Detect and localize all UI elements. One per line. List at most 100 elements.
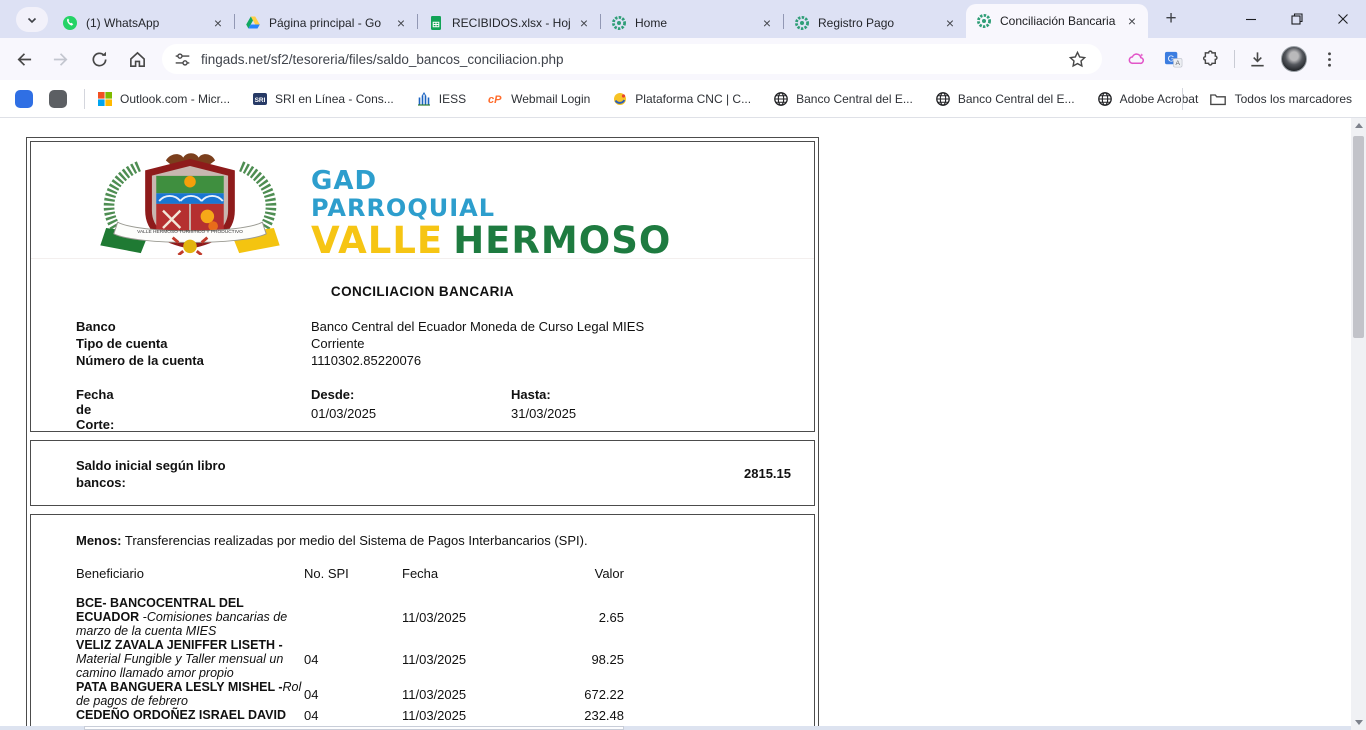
bookmark-item[interactable]: cPWebmail Login bbox=[488, 91, 590, 107]
bookmark-star-button[interactable] bbox=[1062, 44, 1092, 74]
extensions-button[interactable] bbox=[1195, 44, 1225, 74]
header-no-spi: No. SPI bbox=[304, 566, 402, 581]
url-text[interactable]: fingads.net/sf2/tesoreria/files/saldo_ba… bbox=[201, 52, 1062, 67]
vertical-scrollbar[interactable] bbox=[1351, 118, 1366, 730]
horizontal-scrollbar[interactable] bbox=[0, 726, 1351, 730]
close-window-button[interactable] bbox=[1320, 0, 1366, 38]
home-icon bbox=[128, 50, 147, 69]
address-bar[interactable]: fingads.net/sf2/tesoreria/files/saldo_ba… bbox=[162, 44, 1102, 74]
spi-table-body: BCE- BANCOCENTRAL DEL ECUADOR -Comisione… bbox=[76, 596, 814, 723]
bookmark-label: IESS bbox=[439, 92, 466, 106]
date-cell: 11/03/2025 bbox=[402, 708, 532, 723]
back-button[interactable] bbox=[8, 44, 38, 74]
tab-close-button[interactable]: × bbox=[759, 15, 775, 31]
download-icon bbox=[1248, 50, 1267, 69]
amount-cell: 232.48 bbox=[532, 708, 624, 723]
header-beneficiario: Beneficiario bbox=[76, 566, 304, 581]
home-button[interactable] bbox=[122, 44, 152, 74]
header-valor: Valor bbox=[532, 566, 624, 581]
crest-logo: VALLE HERMOSO TURISTICO Y PRODUCTIVO bbox=[76, 147, 304, 255]
all-bookmarks-button[interactable]: Todos los marcadores bbox=[1182, 80, 1352, 118]
downloads-button[interactable] bbox=[1242, 44, 1272, 74]
new-tab-button[interactable]: + bbox=[1160, 8, 1182, 30]
scroll-up-arrow[interactable] bbox=[1351, 118, 1366, 133]
tab-close-button[interactable]: × bbox=[393, 15, 409, 31]
tab-list: (1) WhatsApp×Página principal - Go×RECIB… bbox=[52, 0, 1182, 38]
svg-text:SRI: SRI bbox=[255, 97, 266, 104]
translate-button[interactable]: G A bbox=[1158, 44, 1188, 74]
bookmark-label: SRI en Línea - Cons... bbox=[275, 92, 394, 106]
info-field-label: Tipo de cuenta bbox=[76, 335, 311, 352]
restore-icon bbox=[1291, 13, 1303, 25]
reload-icon bbox=[90, 50, 109, 69]
spi-transfers-section: Menos: Transferencias realizadas por med… bbox=[30, 514, 815, 730]
back-icon bbox=[14, 50, 33, 69]
bookmark-item[interactable]: SRI SRI en Línea - Cons... bbox=[252, 91, 394, 107]
info-field-row: Tipo de cuentaCorriente bbox=[76, 335, 644, 352]
header-section: VALLE HERMOSO TURISTICO Y PRODUCTIVO GAD… bbox=[30, 141, 815, 432]
date-from-value: 01/03/2025 bbox=[311, 406, 376, 421]
all-bookmarks-label: Todos los marcadores bbox=[1235, 92, 1352, 106]
amount-cell: 98.25 bbox=[532, 638, 624, 680]
tab-title: Conciliación Bancaria bbox=[1000, 14, 1118, 28]
beneficiary-name: CEDEÑO ORDOÑEZ ISRAEL DAVID bbox=[76, 708, 286, 722]
spi-table-header: Beneficiario No. SPI Fecha Valor bbox=[76, 566, 814, 581]
spi-table-row: BCE- BANCOCENTRAL DEL ECUADOR -Comisione… bbox=[76, 596, 814, 638]
bookmark-label: Webmail Login bbox=[511, 92, 590, 106]
minimize-button[interactable] bbox=[1228, 0, 1274, 38]
pink-cloud-icon bbox=[1127, 50, 1146, 69]
date-from: Desde: 01/03/2025 bbox=[311, 387, 376, 421]
forward-button[interactable] bbox=[46, 44, 76, 74]
bookmark-item[interactable]: IESS bbox=[416, 91, 466, 107]
site-settings-icon bbox=[174, 51, 191, 68]
drive-icon bbox=[245, 15, 261, 31]
info-field-label: Número de la cuenta bbox=[76, 352, 311, 369]
tab-close-button[interactable]: × bbox=[576, 15, 592, 31]
browser-menu-button[interactable] bbox=[1314, 44, 1344, 74]
folder-icon bbox=[1209, 92, 1227, 107]
profile-avatar[interactable] bbox=[1281, 46, 1307, 72]
tab-strip: (1) WhatsApp×Página principal - Go×RECIB… bbox=[0, 0, 1366, 38]
ai-extension-button[interactable] bbox=[1121, 44, 1151, 74]
tab-search-button[interactable] bbox=[16, 7, 48, 32]
tab-2[interactable]: Página principal - Go × bbox=[235, 7, 417, 38]
bookmarks-separator bbox=[1182, 88, 1183, 110]
bookmark-item[interactable]: Plataforma CNC | C... bbox=[612, 91, 751, 107]
page-title: CONCILIACION BANCARIA bbox=[31, 284, 814, 299]
tab-1[interactable]: (1) WhatsApp× bbox=[52, 7, 234, 38]
account-info: BancoBanco Central del Ecuador Moneda de… bbox=[76, 318, 644, 369]
beneficiary-cell: CEDEÑO ORDOÑEZ ISRAEL DAVID bbox=[76, 708, 304, 723]
header-fecha: Fecha bbox=[402, 566, 532, 581]
tab-title: Página principal - Go bbox=[269, 16, 387, 30]
sheets-icon bbox=[428, 15, 444, 31]
bookmark-blue-square[interactable] bbox=[14, 89, 34, 109]
tab-close-button[interactable]: × bbox=[210, 15, 226, 31]
tab-close-button[interactable]: × bbox=[1124, 13, 1140, 29]
bookmark-item[interactable]: Banco Central del E... bbox=[773, 91, 913, 107]
tab-close-button[interactable]: × bbox=[942, 15, 958, 31]
bookmarks-separator bbox=[84, 89, 85, 109]
spi-number-cell: 04 bbox=[304, 680, 402, 708]
svg-text:VALLE HERMOSO TURISTICO Y PROD: VALLE HERMOSO TURISTICO Y PRODUCTIVO bbox=[137, 229, 243, 235]
beneficiary-description: Material Fungible y Taller mensual un ca… bbox=[76, 652, 283, 680]
scroll-down-arrow[interactable] bbox=[1351, 715, 1366, 730]
org-name-line3: VALLEHERMOSO bbox=[311, 222, 671, 259]
initial-balance-label: Saldo inicial según libro bancos: bbox=[76, 457, 266, 491]
vertical-scrollbar-thumb[interactable] bbox=[1353, 136, 1364, 338]
bookmark-gray-square[interactable] bbox=[48, 89, 68, 109]
bookmark-item[interactable]: Banco Central del E... bbox=[935, 91, 1075, 107]
kebab-menu-icon bbox=[1320, 50, 1339, 69]
beneficiary-cell: BCE- BANCOCENTRAL DEL ECUADOR -Comisione… bbox=[76, 596, 304, 638]
window-controls bbox=[1228, 0, 1366, 38]
horizontal-scrollbar-thumb[interactable] bbox=[84, 726, 624, 730]
tab-6[interactable]: Conciliación Bancaria × bbox=[966, 4, 1148, 38]
tab-3[interactable]: RECIBIDOS.xlsx - Hoj× bbox=[418, 7, 600, 38]
tab-4[interactable]: Home× bbox=[601, 7, 783, 38]
reload-button[interactable] bbox=[84, 44, 114, 74]
date-to: Hasta: 31/03/2025 bbox=[511, 387, 576, 421]
tab-5[interactable]: Registro Pago× bbox=[784, 7, 966, 38]
info-field-value: 1110302.85220076 bbox=[311, 352, 421, 369]
bookmark-item[interactable]: Outlook.com - Micr... bbox=[97, 91, 230, 107]
document-frame: VALLE HERMOSO TURISTICO Y PRODUCTIVO GAD… bbox=[26, 137, 819, 730]
restore-button[interactable] bbox=[1274, 0, 1320, 38]
